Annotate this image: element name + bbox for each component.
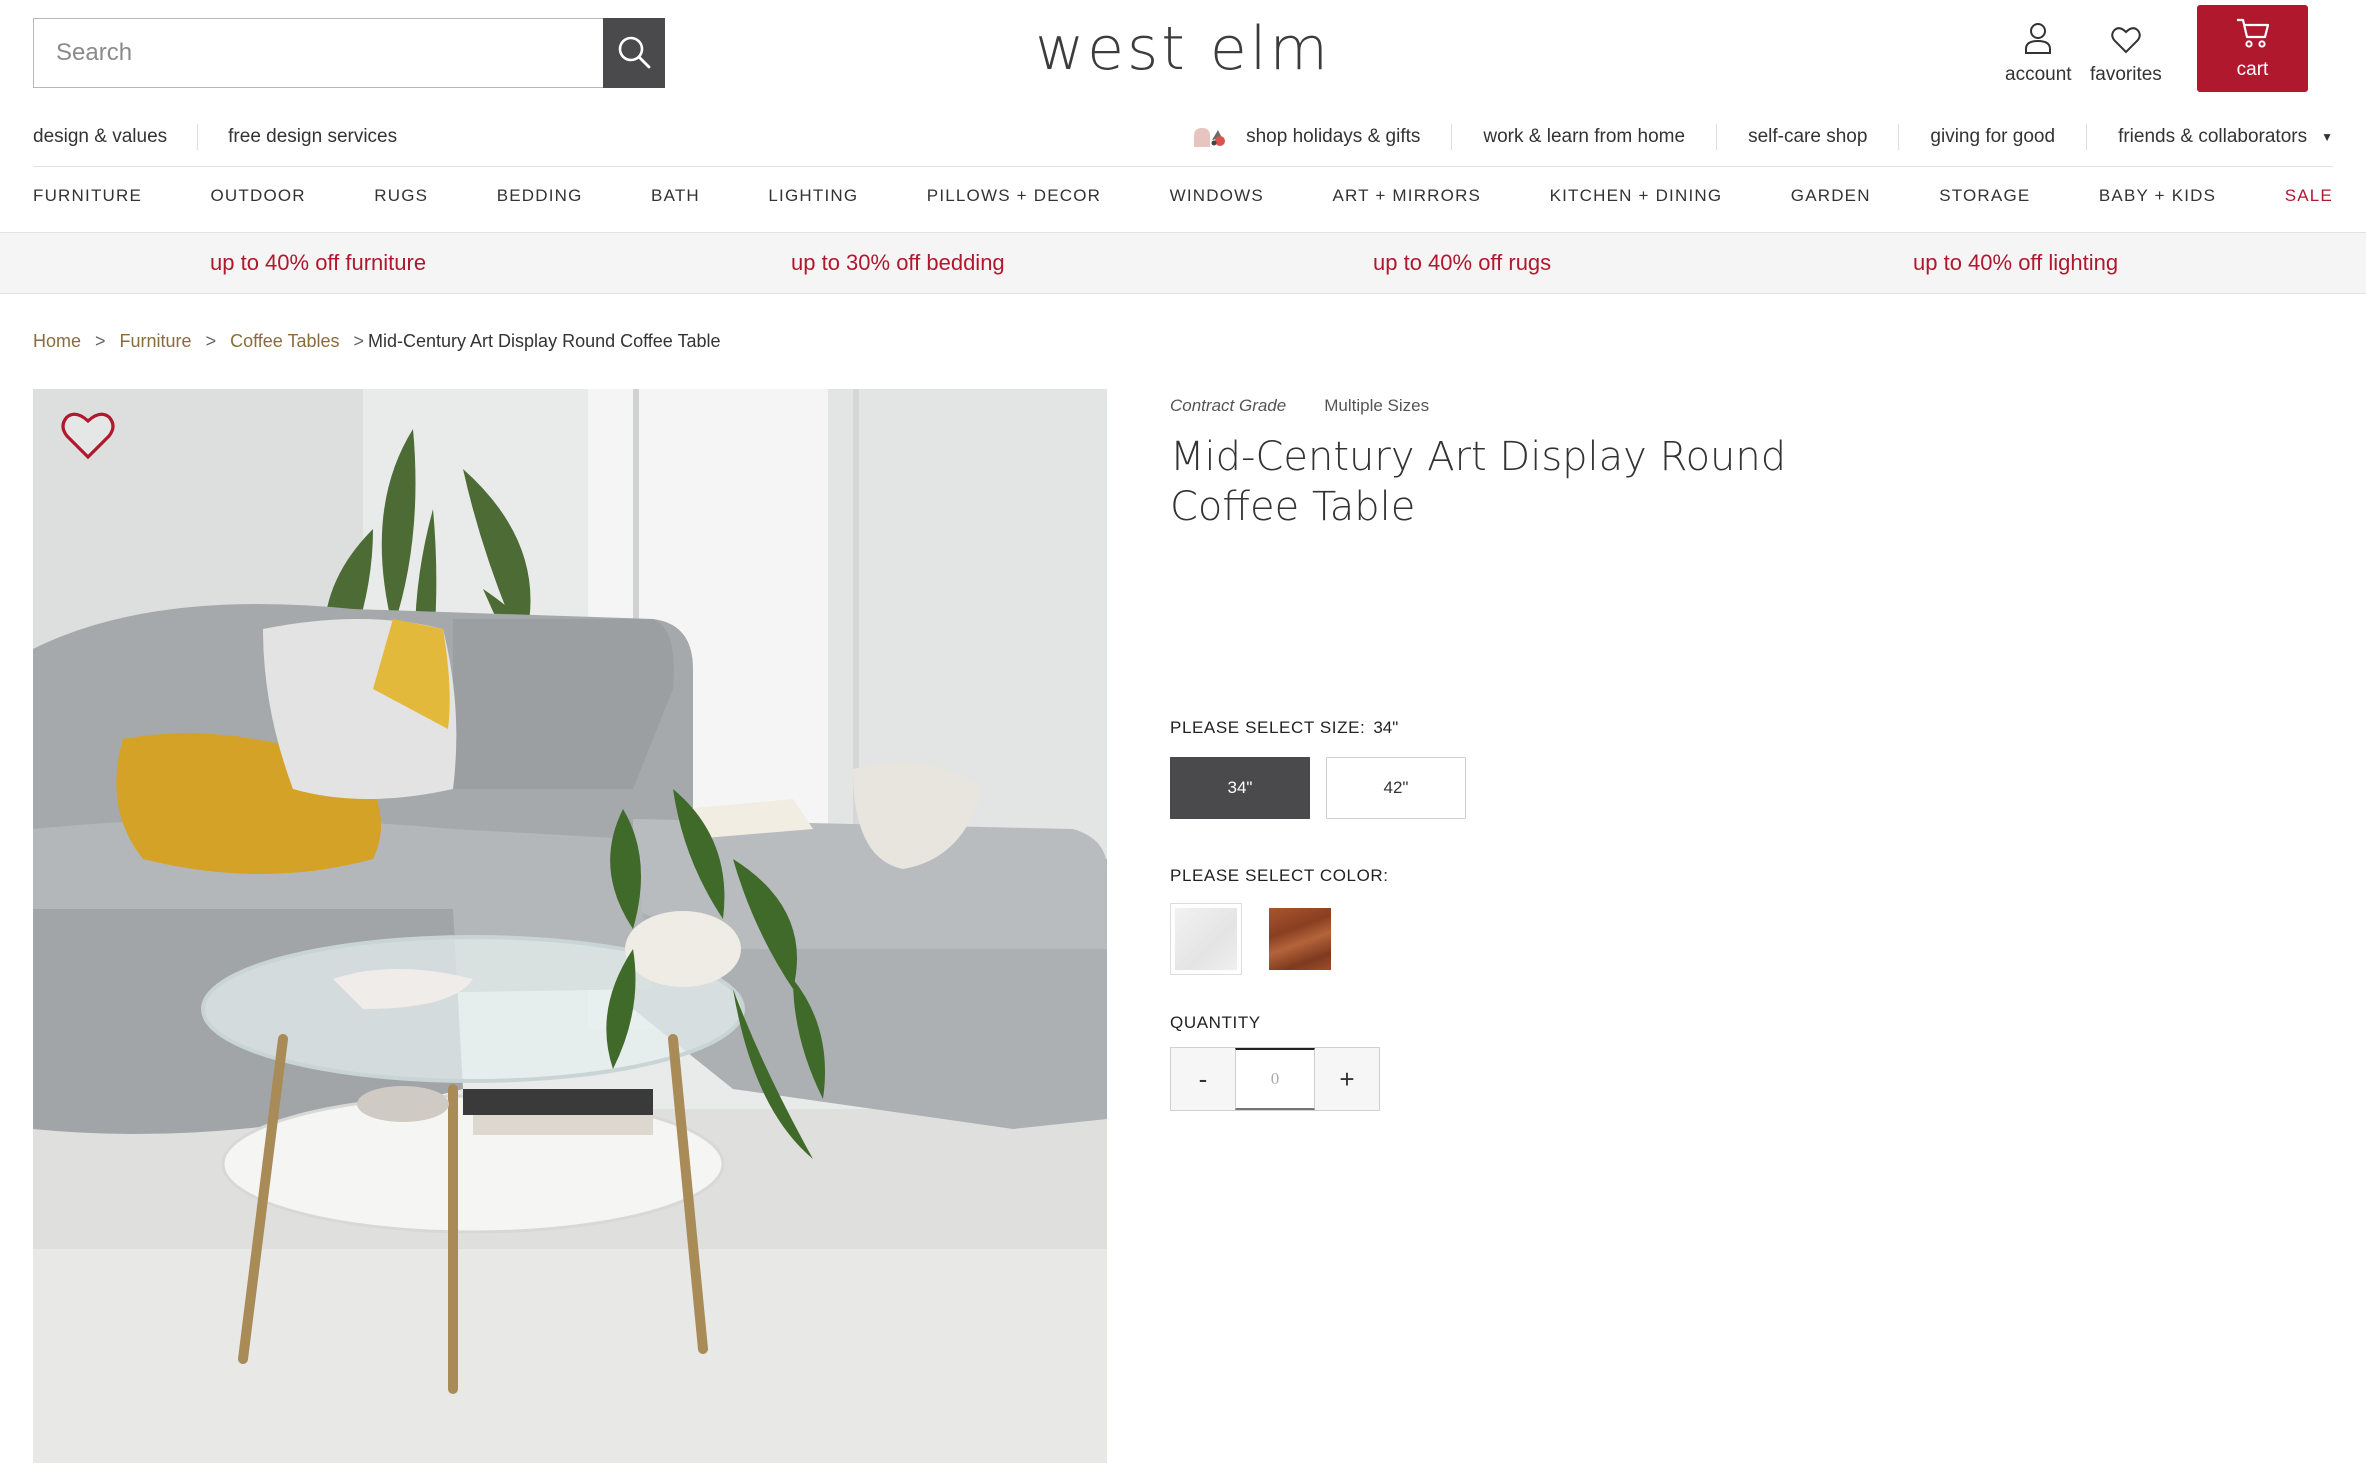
swatch-fill-walnut [1269,908,1331,970]
contract-grade-tag: Contract Grade [1170,396,1287,415]
nav-rugs[interactable]: RUGS [374,186,428,206]
swatch-fill-white [1175,908,1237,970]
search-icon [617,35,651,72]
account-icon [2024,14,2052,54]
multiple-sizes-tag: Multiple Sizes [1324,396,1430,415]
promo-lighting[interactable]: up to 40% off lighting [1913,250,2118,276]
promo-bedding[interactable]: up to 30% off bedding [791,250,1005,276]
nav-furniture[interactable]: FURNITURE [33,186,142,206]
main-nav: FURNITURE OUTDOOR RUGS BEDDING BATH LIGH… [33,186,2333,206]
favorite-heart-icon[interactable] [61,411,115,461]
nav-outdoor[interactable]: OUTDOOR [211,186,306,206]
search-input[interactable] [33,18,603,88]
breadcrumb-separator: > [95,331,106,351]
color-swatch-white[interactable] [1170,903,1242,975]
breadcrumb-coffee-tables[interactable]: Coffee Tables [230,331,339,352]
size-option-42[interactable]: 42" [1326,757,1466,819]
size-options: 34" 42" [1170,757,1482,819]
nav-art-mirrors[interactable]: ART + MIRRORS [1332,186,1481,206]
nav-storage[interactable]: STORAGE [1939,186,2030,206]
favorites-link[interactable]: favorites [2090,14,2162,86]
friends-collaborators-link[interactable]: friends & collaborators ▼ [2086,124,2333,150]
color-options [1170,903,1358,975]
work-learn-link[interactable]: work & learn from home [1451,124,1716,150]
nav-bedding[interactable]: BEDDING [497,186,583,206]
product-photo [33,389,1107,1463]
product-image[interactable] [33,389,1107,1463]
friends-collaborators-label: friends & collaborators [2118,126,2308,147]
secondary-nav-right: shop holidays & gifts work & learn from … [1192,124,2333,150]
favorites-label: favorites [2090,64,2162,85]
cart-label: cart [2236,58,2269,80]
breadcrumb-furniture[interactable]: Furniture [120,331,192,352]
account-link[interactable]: account [2005,14,2072,86]
design-values-link[interactable]: design & values [33,124,199,150]
size-label: PLEASE SELECT SIZE: 34" [1170,718,1398,738]
color-label: PLEASE SELECT COLOR: [1170,866,1389,885]
color-swatch-walnut[interactable] [1264,903,1336,975]
nav-windows[interactable]: WINDOWS [1170,186,1264,206]
holidays-gifts-label: shop holidays & gifts [1246,126,1421,147]
chevron-down-icon: ▼ [2321,130,2333,144]
holidays-gifts-link[interactable]: shop holidays & gifts [1192,124,1451,150]
nav-garden[interactable]: GARDEN [1791,186,1871,206]
promo-bar: up to 40% off furniture up to 30% off be… [0,232,2366,294]
size-option-34[interactable]: 34" [1170,757,1310,819]
nav-kitchen-dining[interactable]: KITCHEN + DINING [1550,186,1723,206]
product-title: Mid-Century Art Display Round Coffee Tab… [1170,434,1787,530]
nav-sale[interactable]: SALE [2285,186,2333,206]
self-care-link[interactable]: self-care shop [1716,124,1898,150]
site-logo[interactable]: west elm [1000,14,1366,84]
promo-rugs[interactable]: up to 40% off rugs [1373,250,1551,276]
quantity-increase-button[interactable]: + [1315,1048,1379,1110]
secondary-nav-left: design & values free design services [33,124,457,150]
nav-lighting[interactable]: LIGHTING [768,186,858,206]
search-button[interactable] [603,18,665,88]
free-design-services-link[interactable]: free design services [228,124,427,150]
nav-divider [33,166,2333,167]
breadcrumb: Home > Furniture > Coffee Tables > Mid-C… [33,331,721,352]
quantity-decrease-button[interactable]: - [1171,1048,1235,1110]
product-tags: Contract Grade Multiple Sizes [1170,396,1429,416]
cart-button[interactable]: cart [2197,5,2308,92]
quantity-stepper: - + [1170,1047,1380,1111]
nav-pillows-decor[interactable]: PILLOWS + DECOR [927,186,1101,206]
breadcrumb-separator: > [205,331,217,351]
heart-icon [2111,14,2141,54]
selected-size-value: 34" [1373,718,1399,737]
giving-for-good-link[interactable]: giving for good [1898,124,2086,150]
gift-icon [1192,126,1238,148]
nav-baby-kids[interactable]: BABY + KIDS [2099,186,2216,206]
cart-icon [2235,17,2271,55]
nav-bath[interactable]: BATH [651,186,700,206]
size-label-text: PLEASE SELECT SIZE: [1170,718,1366,737]
search-bar [33,18,665,88]
quantity-input[interactable] [1235,1048,1315,1110]
quantity-label: QUANTITY [1170,1013,1261,1032]
breadcrumb-separator: > [353,331,365,351]
breadcrumb-current: Mid-Century Art Display Round Coffee Tab… [368,331,721,351]
promo-furniture[interactable]: up to 40% off furniture [210,250,426,276]
account-label: account [2005,64,2072,85]
breadcrumb-home[interactable]: Home [33,331,81,352]
